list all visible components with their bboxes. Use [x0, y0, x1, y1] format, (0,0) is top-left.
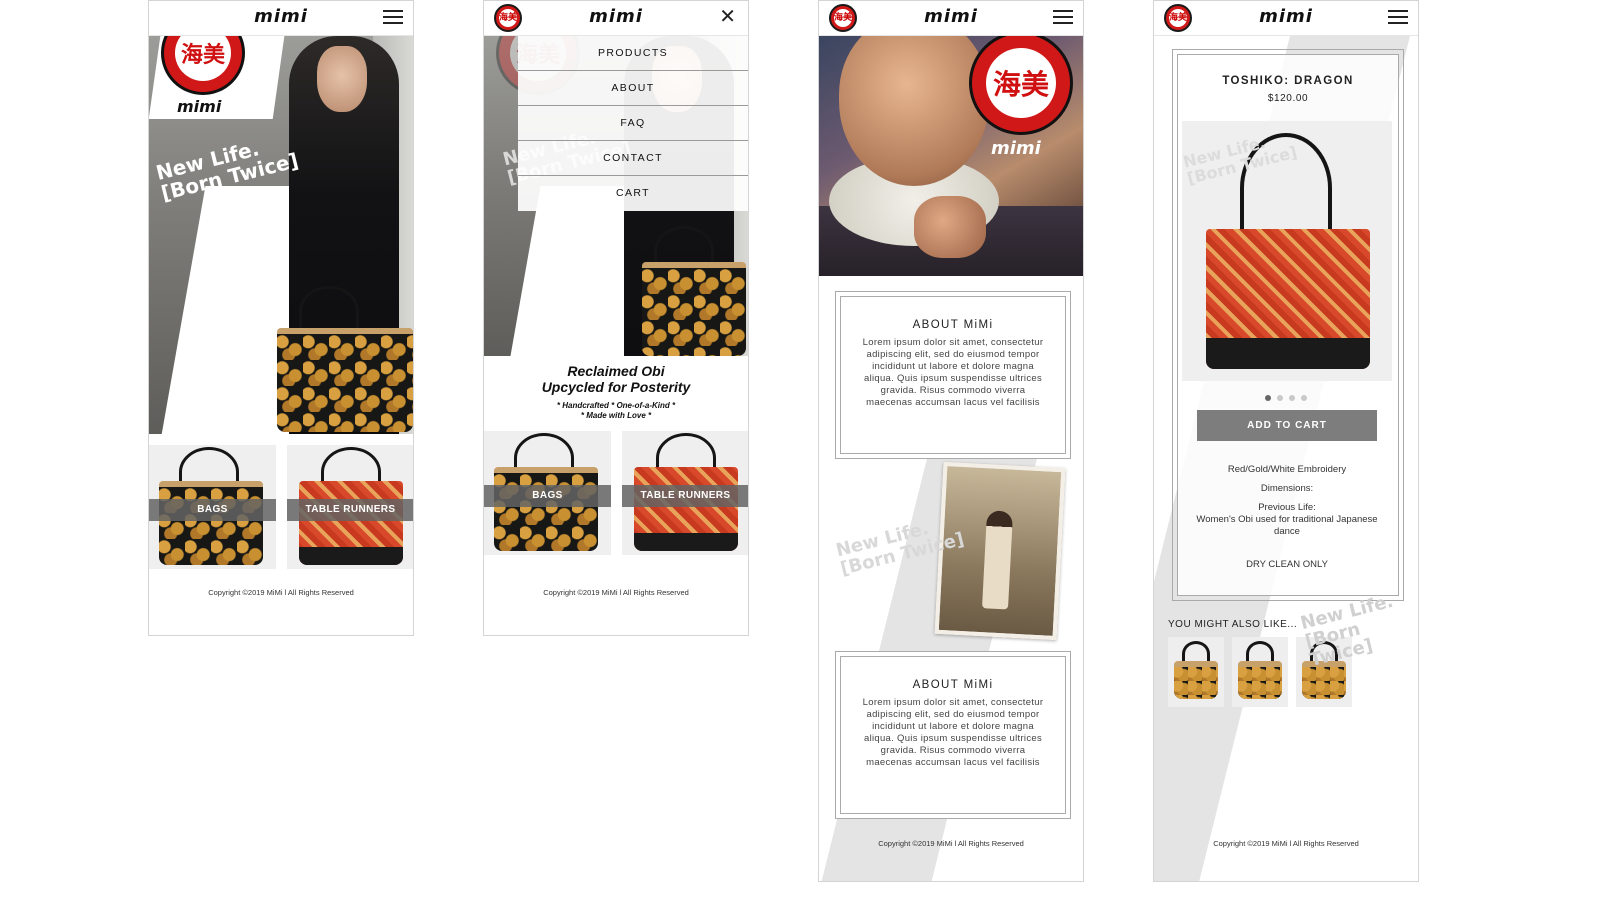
hamburger-menu-icon[interactable] — [1388, 10, 1408, 26]
brand-logo[interactable]: mimi — [149, 6, 413, 27]
copyright-text: Copyright ©2019 MiMi l All Rights Reserv… — [208, 588, 354, 597]
product-image[interactable]: New Life. [Born Twice] — [1181, 121, 1392, 381]
bag-photo — [277, 328, 413, 432]
screen-about: 海美 mimi 海美 mimi ABOUT MiMi Lorem ipsum d… — [818, 0, 1084, 882]
related-product-2[interactable] — [1232, 637, 1288, 707]
about-title: ABOUT MiMi — [912, 319, 994, 331]
mimi-wordmark: mimi — [177, 97, 222, 116]
carousel-dots — [1154, 388, 1418, 406]
about-card-1: ABOUT MiMi Lorem ipsum dolor sit amet, c… — [835, 291, 1071, 459]
category-bags[interactable]: BAGS — [484, 431, 611, 555]
copyright-text: Copyright ©2019 MiMi l All Rights Reserv… — [1213, 839, 1359, 848]
about-card-2: ABOUT MiMi Lorem ipsum dolor sit amet, c… — [835, 651, 1071, 819]
product-dimensions-label: Dimensions: — [1260, 483, 1314, 494]
hamburger-menu-icon[interactable] — [1053, 10, 1073, 26]
mimi-seal-logo-large: 海美 — [969, 31, 1073, 135]
screen-product: 海美 mimi New Life. [Born Twice] TOSHIKO: … — [1153, 0, 1419, 882]
nav-item-about[interactable]: ABOUT — [518, 71, 748, 106]
hamburger-menu-icon[interactable] — [383, 10, 403, 26]
category-table-runners[interactable]: TABLE RUNNERS — [622, 431, 748, 555]
category-label: BAGS — [149, 499, 276, 521]
site-header: 海美 mimi — [1154, 1, 1418, 36]
add-to-cart-button[interactable]: ADD TO CART — [1197, 410, 1377, 441]
nav-item-faq[interactable]: FAQ — [518, 106, 748, 141]
product-previous-life-text: Women's Obi used for traditional Japanes… — [1196, 514, 1378, 537]
carousel-dot[interactable] — [1277, 395, 1283, 401]
product-price: $120.00 — [1267, 93, 1309, 104]
nav-item-products[interactable]: PRODUCTS — [518, 36, 748, 71]
tagline-heading: Reclaimed Obi Upcycled for Posterity — [541, 363, 691, 395]
category-label: TABLE RUNNERS — [287, 499, 413, 521]
category-table-runners[interactable]: TABLE RUNNERS — [287, 445, 413, 569]
product-color: Red/Gold/White Embroidery — [1227, 464, 1347, 475]
site-header: 海美 mimi ✕ — [484, 1, 748, 36]
carousel-dot[interactable] — [1265, 395, 1271, 401]
nav-item-contact[interactable]: CONTACT — [518, 141, 748, 176]
copyright-text: Copyright ©2019 MiMi l All Rights Reserv… — [543, 588, 689, 597]
category-label: BAGS — [484, 485, 611, 507]
site-header: mimi — [149, 1, 413, 36]
related-heading: YOU MIGHT ALSO LIKE... — [1168, 619, 1298, 630]
nav-menu: PRODUCTS ABOUT FAQ CONTACT CART — [518, 36, 748, 211]
screen-home: mimi New Life. [Born Twice] 海美 mimi BAGS… — [148, 0, 414, 636]
mimi-wordmark: mimi — [991, 138, 1041, 159]
screen-menu-open: 海美 mimi ✕ New Life. [Born Twice] 海美 PROD… — [483, 0, 749, 636]
product-previous-life-label: Previous Life: — [1258, 502, 1316, 513]
bag-photo — [642, 262, 746, 356]
carousel-dot[interactable] — [1289, 395, 1295, 401]
product-care: DRY CLEAN ONLY — [1246, 559, 1328, 570]
brand-logo[interactable]: mimi — [1154, 6, 1418, 27]
about-body: Lorem ipsum dolor sit amet, consectetur … — [862, 697, 1044, 768]
category-label: TABLE RUNNERS — [622, 485, 748, 507]
carousel-dot[interactable] — [1301, 395, 1307, 401]
related-product-1[interactable] — [1168, 637, 1224, 707]
about-body: Lorem ipsum dolor sit amet, consectetur … — [862, 337, 1044, 408]
close-icon[interactable]: ✕ — [719, 7, 736, 27]
tagline-sub: * Handcrafted * One-of-a-Kind * * Made w… — [556, 401, 676, 420]
copyright-text: Copyright ©2019 MiMi l All Rights Reserv… — [878, 839, 1024, 848]
product-title: TOSHIKO: DRAGON — [1222, 75, 1354, 87]
about-title: ABOUT MiMi — [912, 679, 994, 691]
site-header: 海美 mimi — [819, 1, 1083, 36]
category-bags[interactable]: BAGS — [149, 445, 276, 569]
brand-logo[interactable]: mimi — [484, 6, 748, 27]
brand-logo[interactable]: mimi — [819, 6, 1083, 27]
nav-item-cart[interactable]: CART — [518, 176, 748, 211]
